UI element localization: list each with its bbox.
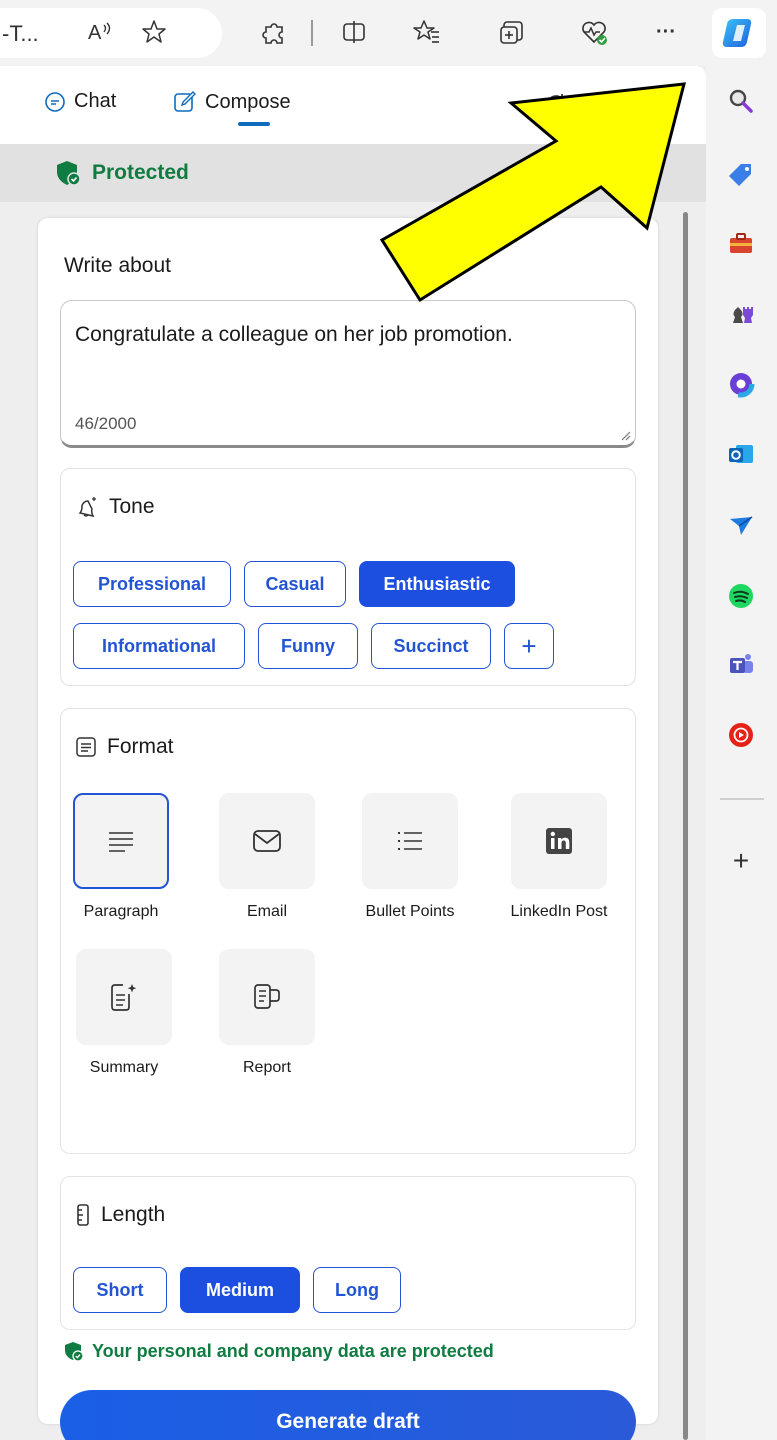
format-tile-paragraph[interactable] [73, 793, 169, 889]
format-label-bullet-points: Bullet Points [365, 903, 455, 920]
length-title: Length [75, 1203, 165, 1227]
puzzle-icon[interactable] [256, 14, 292, 50]
address-bar[interactable]: -T... A [0, 8, 222, 58]
tab-chat[interactable]: Chat [44, 90, 116, 113]
tone-chip-funny[interactable]: Funny [258, 623, 358, 669]
write-about-value: Congratulate a colleague on her job prom… [75, 323, 513, 346]
compose-icon [174, 91, 196, 112]
add-tone-button[interactable]: + [504, 623, 554, 669]
length-label: Length [101, 1203, 166, 1226]
tools-icon[interactable] [726, 228, 756, 258]
paragraph-icon [109, 832, 133, 852]
tone-chip-casual[interactable]: Casual [244, 561, 346, 607]
copilot-icon [722, 19, 752, 47]
outlook-icon[interactable] [726, 439, 756, 469]
toolbar-separator [311, 20, 313, 46]
collections-icon[interactable] [494, 14, 530, 50]
more-options-button[interactable]: ··· [648, 14, 684, 50]
tab-compose-label: Compose [205, 90, 291, 113]
format-tile-linkedin-post[interactable] [511, 793, 607, 889]
address-text: -T... [2, 21, 39, 46]
youtube-music-icon[interactable] [726, 720, 756, 750]
length-chip-long[interactable]: Long [313, 1267, 401, 1313]
privacy-note-text: Your personal and company data are prote… [92, 1340, 494, 1361]
envelope-icon [253, 830, 281, 852]
tone-chip-succinct[interactable]: Succinct [371, 623, 491, 669]
compose-card: Write about Congratulate a colleague on … [38, 218, 658, 1440]
browser-essentials-icon[interactable] [576, 14, 612, 50]
tab-compose[interactable]: Compose [173, 90, 291, 114]
star-icon[interactable] [136, 14, 172, 50]
format-label-linkedin-post: LinkedIn Post [510, 903, 608, 920]
sidebar-rail: + [706, 66, 777, 1440]
microsoft-365-icon[interactable] [726, 369, 756, 399]
annotation-arrow [380, 82, 686, 303]
chat-icon [45, 91, 65, 112]
length-section: Length Short Medium Long [60, 1176, 636, 1330]
character-counter: 46/2000 [75, 414, 137, 433]
search-icon[interactable] [726, 86, 756, 116]
active-tab-indicator [238, 122, 270, 126]
tone-section: Tone Professional Casual Enthusiastic In… [60, 468, 636, 686]
protected-label: Protected [92, 161, 189, 184]
format-label-paragraph: Paragraph [83, 903, 159, 920]
read-aloud-icon[interactable]: A [82, 14, 118, 50]
format-label: Format [107, 735, 174, 758]
tone-chip-informational[interactable]: Informational [73, 623, 245, 669]
ruler-icon [77, 1204, 89, 1226]
format-label-summary: Summary [89, 1059, 159, 1076]
favorites-icon[interactable] [409, 14, 445, 50]
browser-toolbar: -T... A ··· [0, 0, 777, 66]
tone-label: Tone [109, 495, 155, 518]
format-label-email: Email [246, 903, 287, 920]
format-tile-summary[interactable] [76, 949, 172, 1045]
tone-chip-enthusiastic[interactable]: Enthusiastic [359, 561, 515, 607]
teams-icon[interactable] [726, 649, 756, 679]
pane-scrollbar[interactable] [683, 212, 688, 1440]
shield-check-small-icon [65, 1342, 84, 1362]
svg-text:A: A [88, 22, 102, 44]
shopping-tag-icon[interactable] [726, 160, 756, 190]
format-icon [76, 737, 96, 757]
format-section: Format Paragraph Email Bullet Points Lin… [60, 708, 636, 1154]
bell-sparkle-icon [78, 497, 96, 518]
tone-title: Tone [75, 495, 155, 519]
linkedin-icon [546, 828, 572, 854]
resize-handle-icon[interactable] [619, 429, 631, 441]
format-tile-report[interactable] [219, 949, 315, 1045]
format-tile-email[interactable] [219, 793, 315, 889]
format-label-report: Report [242, 1059, 292, 1076]
spotify-icon[interactable] [726, 581, 756, 611]
shield-check-icon [57, 161, 81, 186]
split-screen-icon[interactable] [336, 14, 372, 50]
summary-icon [111, 984, 137, 1011]
bullet-list-icon [398, 832, 422, 850]
generate-draft-button[interactable]: Generate draft [60, 1390, 636, 1440]
rail-divider [720, 798, 764, 800]
copilot-button[interactable] [712, 8, 766, 58]
write-about-textarea[interactable]: Congratulate a colleague on her job prom… [60, 300, 636, 448]
privacy-note: Your personal and company data are prote… [62, 1340, 494, 1362]
format-title: Format [75, 735, 174, 759]
tab-chat-label: Chat [74, 90, 117, 112]
add-sidebar-app-button[interactable]: + [726, 845, 756, 876]
write-about-label: Write about [64, 254, 171, 277]
tone-chip-professional[interactable]: Professional [73, 561, 231, 607]
length-chip-short[interactable]: Short [73, 1267, 167, 1313]
report-icon [254, 984, 280, 1009]
games-icon[interactable] [726, 298, 756, 328]
length-chip-medium[interactable]: Medium [180, 1267, 300, 1313]
telegram-icon[interactable] [726, 510, 756, 540]
format-tile-bullet-points[interactable] [362, 793, 458, 889]
